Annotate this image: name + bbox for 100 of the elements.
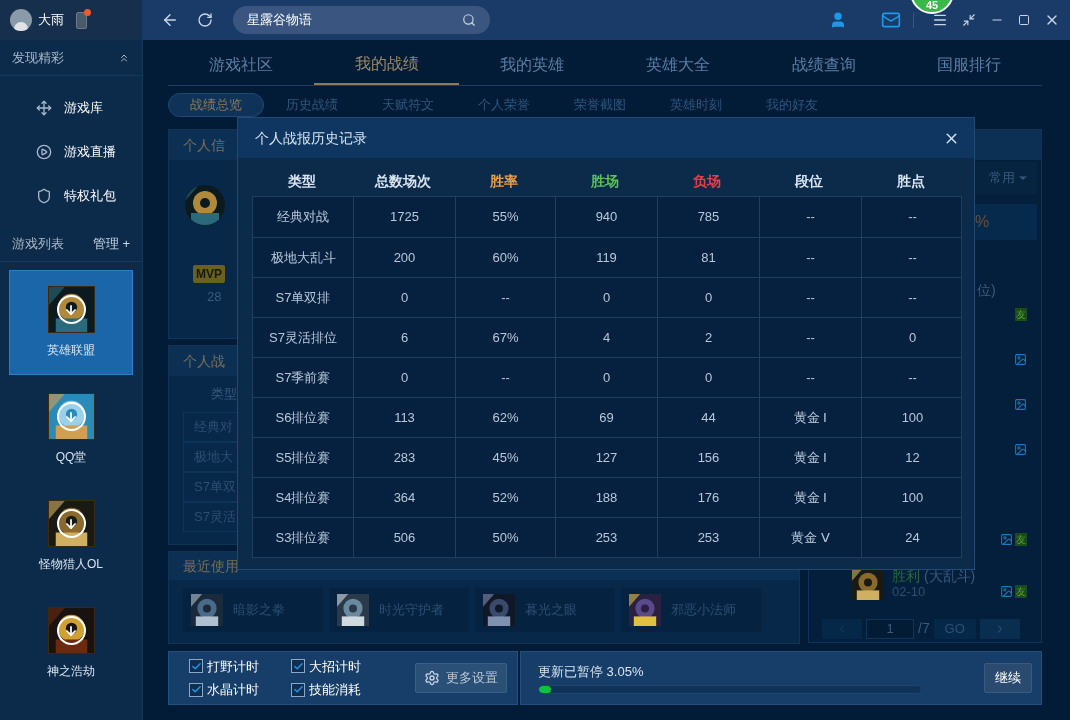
more-settings-button[interactable]: 更多设置 bbox=[415, 663, 507, 693]
screenshot-icon[interactable] bbox=[1014, 398, 1027, 411]
search-field[interactable]: 星露谷物语 bbox=[233, 6, 490, 34]
sub-tab[interactable]: 历史战绩 bbox=[264, 93, 360, 117]
table-cell-text: 50% bbox=[492, 528, 519, 547]
friend-tag: 友 bbox=[1015, 533, 1027, 546]
table-cell-text: 100 bbox=[901, 408, 924, 427]
manage-button[interactable]: 管理 + bbox=[92, 233, 130, 254]
table-cell-text: -- bbox=[908, 208, 917, 227]
table-cell-text: 黄金 Ⅰ bbox=[793, 488, 828, 507]
nav-tab[interactable]: 国服排行 bbox=[896, 44, 1043, 85]
table-cell-text: 4 bbox=[602, 328, 611, 347]
checkbox[interactable] bbox=[189, 682, 203, 697]
table-cell-text: -- bbox=[806, 288, 815, 307]
download-icon bbox=[56, 295, 86, 324]
nav-tab[interactable]: 战绩查询 bbox=[750, 44, 897, 85]
table-cell-text: -- bbox=[806, 328, 815, 347]
download-icon bbox=[56, 402, 86, 431]
card-title: 最近使用 bbox=[183, 556, 239, 576]
sidebar-item[interactable]: 特权礼包 bbox=[0, 174, 142, 218]
shrink-icon[interactable] bbox=[962, 13, 976, 27]
table-cell-text: S6排位赛 bbox=[275, 408, 331, 427]
table-cell-text: 2 bbox=[704, 328, 713, 347]
user-name: 大雨 bbox=[38, 11, 64, 30]
mvp-badge: MVP bbox=[193, 265, 225, 283]
table-cell-text: 1725 bbox=[390, 208, 419, 227]
mail-icon[interactable] bbox=[881, 10, 901, 30]
column-header: 胜场 bbox=[591, 171, 619, 191]
refresh-icon[interactable] bbox=[197, 12, 213, 28]
maximize-icon[interactable] bbox=[1018, 14, 1030, 26]
checkbox[interactable] bbox=[291, 659, 305, 674]
check-icon bbox=[292, 660, 304, 672]
avatar[interactable] bbox=[10, 9, 32, 31]
table-cell-text: 200 bbox=[393, 248, 416, 267]
table-cell-text: S5排位赛 bbox=[275, 448, 331, 467]
sub-tab[interactable]: 英雄时刻 bbox=[648, 93, 744, 117]
game-tile[interactable]: 英雄联盟 bbox=[9, 270, 133, 375]
search-icon[interactable] bbox=[462, 13, 476, 27]
dialog-title: 个人战报历史记录 bbox=[255, 128, 367, 148]
sub-tab[interactable]: 战绩总览 bbox=[168, 93, 264, 117]
column-header: 负场 bbox=[693, 171, 721, 191]
match-text: 位) bbox=[977, 281, 996, 300]
table-cell-text: 62% bbox=[492, 408, 519, 427]
sidebar-item[interactable]: 游戏库 bbox=[0, 86, 142, 130]
checkbox[interactable] bbox=[291, 682, 305, 697]
nav-tab[interactable]: 我的英雄 bbox=[459, 44, 605, 85]
back-icon[interactable] bbox=[161, 11, 179, 29]
friend-tag: 友 bbox=[1015, 308, 1027, 321]
play-icon bbox=[36, 144, 52, 160]
sub-tab[interactable]: 天赋符文 bbox=[360, 93, 456, 117]
table-cell-text: 0 bbox=[400, 368, 409, 387]
table-cell-text: 785 bbox=[697, 208, 720, 227]
screenshot-icon[interactable] bbox=[1014, 443, 1027, 456]
column-header: 胜点 bbox=[897, 171, 925, 191]
table-cell-text: 283 bbox=[393, 448, 416, 467]
sub-tab[interactable]: 荣誉截图 bbox=[552, 93, 648, 117]
game-tile[interactable]: 神之浩劫 bbox=[9, 591, 133, 696]
nav-tab[interactable]: 游戏社区 bbox=[168, 44, 314, 85]
game-tile[interactable]: QQ堂 bbox=[9, 377, 133, 482]
table-cell-text: 极地大乱斗 bbox=[270, 248, 336, 267]
table-cell-text: -- bbox=[806, 368, 815, 387]
table-cell-text: 113 bbox=[394, 408, 415, 427]
screenshot-icon[interactable] bbox=[1000, 533, 1013, 546]
page-field[interactable]: 1 bbox=[866, 618, 914, 639]
continue-button[interactable]: 继续 bbox=[984, 663, 1032, 693]
table-cell-text: -- bbox=[806, 248, 815, 267]
table-cell-text: 黄金 Ⅰ bbox=[793, 408, 828, 427]
table-cell-text: S7单双排 bbox=[275, 288, 331, 307]
table-cell-text: 60% bbox=[492, 248, 519, 267]
game-tile[interactable]: 怪物猎人OL bbox=[9, 484, 133, 589]
checkbox[interactable] bbox=[189, 659, 203, 674]
table-cell-text: 940 bbox=[595, 208, 618, 227]
table-cell-text: 100 bbox=[901, 488, 924, 507]
filter-dropdown[interactable]: 常用 bbox=[989, 168, 1029, 188]
table-cell-text: S4排位赛 bbox=[275, 488, 331, 507]
gear-icon bbox=[424, 670, 440, 686]
screenshot-icon[interactable] bbox=[1000, 584, 1013, 598]
menu-icon[interactable] bbox=[932, 12, 948, 28]
table-cell-text: -- bbox=[908, 368, 917, 387]
table-cell-text: 506 bbox=[393, 528, 416, 547]
shield-icon bbox=[36, 188, 52, 204]
nav-tab[interactable]: 我的战绩 bbox=[313, 44, 460, 85]
table-cell-text: 24 bbox=[905, 528, 920, 547]
match-result: 胜利 (大乱斗) bbox=[892, 568, 976, 584]
table-cell-text: 45% bbox=[492, 448, 519, 467]
table-cell-text: 12 bbox=[905, 448, 920, 467]
table-cell-text: 经典对战 bbox=[277, 208, 329, 227]
friend-tag: 友 bbox=[1015, 584, 1027, 598]
column-header: 段位 bbox=[795, 171, 823, 191]
screenshot-icon[interactable] bbox=[1014, 353, 1027, 366]
sub-tab[interactable]: 我的好友 bbox=[744, 93, 840, 117]
section-title: 游戏列表 bbox=[12, 234, 64, 253]
sub-tab[interactable]: 个人荣誉 bbox=[456, 93, 552, 117]
table-cell-text: 188 bbox=[595, 488, 618, 507]
table-cell-text: 156 bbox=[697, 448, 720, 467]
person-icon[interactable] bbox=[829, 11, 847, 29]
nav-tab[interactable]: 英雄大全 bbox=[605, 44, 751, 85]
sidebar-item[interactable]: 游戏直播 bbox=[0, 130, 142, 174]
table-cell-text: 81 bbox=[701, 248, 716, 267]
card-title: 个人战 bbox=[183, 351, 225, 371]
